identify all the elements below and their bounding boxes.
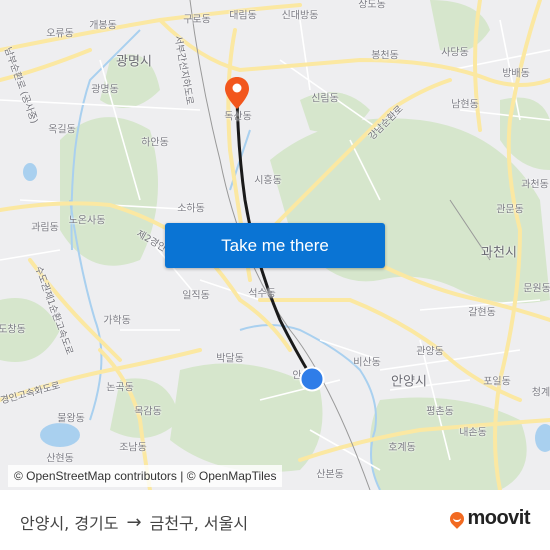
map-label: 상도동: [358, 0, 386, 11]
map-label: 산본동: [316, 469, 344, 481]
map-label: 개봉동: [89, 20, 117, 32]
map-label: 비산동: [353, 357, 381, 369]
map-label: 박달동: [216, 353, 244, 365]
map-view[interactable]: 개봉동 오류동 구로동 대림동 신대방동 상도동 광명시 광명동 옥길동 하안동…: [0, 0, 550, 490]
map-label: 가학동: [103, 315, 131, 327]
map-label: 평촌동: [426, 406, 454, 418]
map-label: 방배동: [502, 68, 530, 80]
map-label: 광명시: [116, 54, 152, 70]
map-label: 일직동: [182, 290, 210, 302]
map-label: 관문동: [496, 204, 524, 216]
map-label: 과천동: [521, 179, 549, 191]
map-label: 안양시: [391, 374, 427, 390]
map-label: 논곡동: [106, 382, 134, 394]
map-label: 호계동: [388, 442, 416, 454]
map-label: 문원동: [523, 283, 550, 295]
map-label: 물왕동: [57, 413, 85, 425]
route-summary: 안양시, 경기도 → 금천구, 서울시: [20, 510, 248, 534]
map-label: 포일동: [483, 376, 511, 388]
map-label: 구로동: [183, 14, 211, 26]
map-label: 도창동: [0, 324, 26, 336]
map-label: 갈현동: [468, 307, 496, 319]
map-label: 신대방동: [281, 10, 319, 22]
map-label: 과천시: [481, 245, 517, 261]
origin-name: 안양시, 경기도: [20, 514, 119, 533]
map-label: 대림동: [229, 10, 257, 22]
brand-name: moovit: [467, 507, 530, 529]
map-attribution[interactable]: © OpenStreetMap contributors | © OpenMap…: [8, 465, 283, 487]
footer-bar: 안양시, 경기도 → 금천구, 서울시 moovit: [0, 490, 550, 550]
map-label: 목감동: [134, 406, 162, 418]
map-label: 시흥동: [254, 175, 282, 187]
map-pin-icon[interactable]: [224, 76, 250, 110]
map-label: 하안동: [141, 137, 169, 149]
arrow-right-icon: →: [126, 511, 142, 533]
map-label: 신림동: [311, 93, 339, 105]
take-me-there-button[interactable]: Take me there: [165, 223, 385, 268]
moovit-logo[interactable]: moovit: [447, 507, 530, 530]
destination-name: 금천구, 서울시: [149, 514, 249, 533]
map-label: 오류동: [46, 28, 74, 40]
map-label: 관양동: [416, 346, 444, 358]
map-label: 옥길동: [48, 124, 76, 136]
map-label: 조남동: [119, 442, 147, 454]
map-label: 봉천동: [371, 50, 399, 62]
moovit-pin-icon: [447, 508, 468, 529]
map-label: 사당동: [441, 47, 469, 59]
map-label: 광명동: [91, 84, 119, 96]
map-label: 내손동: [459, 427, 487, 439]
map-label: 석수동: [248, 288, 276, 300]
map-label: 노온사동: [68, 215, 106, 227]
origin-dot-icon[interactable]: [299, 366, 325, 392]
map-label: 산현동: [46, 453, 74, 465]
map-label: 남현동: [451, 99, 479, 111]
map-label: 청계: [531, 387, 550, 399]
map-label: 과림동: [31, 222, 59, 234]
map-label: 소하동: [177, 203, 205, 215]
